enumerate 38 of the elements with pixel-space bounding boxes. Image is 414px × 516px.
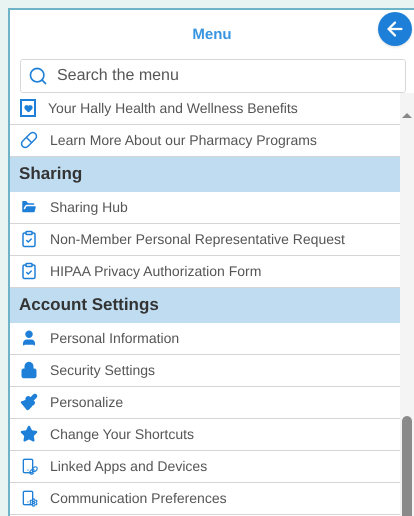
menu-item-label: Non-Member Personal Representative Request [50,230,345,249]
menu-item-label: Your Hally Health and Wellness Benefits [48,98,298,118]
menu-item-label: HIPAA Privacy Authorization Form [50,262,262,281]
menu-item[interactable]: Non-Member Personal Representative Request [10,224,400,256]
back-button[interactable] [378,12,412,46]
search-field[interactable]: Search the menu [20,58,406,92]
search-icon [28,66,48,86]
paintbrush-icon [20,393,38,411]
menu-item-label: Learn More About our Pharmacy Programs [50,130,317,150]
section-header: Account Settings [10,288,400,322]
menu-item[interactable]: Your Hally Health and Wellness Benefits [10,92,400,124]
menu-item[interactable]: Communication Preferences [10,482,400,514]
menu-item[interactable]: Personal Information [10,322,400,354]
menu-item[interactable]: Change Your Shortcuts [10,418,400,450]
star-icon [20,425,38,443]
scrollbar-thumb[interactable] [402,416,412,516]
menu-item-label: Change Your Shortcuts [50,424,194,444]
menu-title: Menu [192,25,232,45]
pills-icon [20,131,38,149]
section-header: Sharing [10,156,400,192]
heart-card-icon [20,99,36,117]
menu-item-label: Sharing Hub [50,198,128,217]
menu-item-label: Linked Apps and Devices [50,456,208,476]
menu-item[interactable]: Linked Apps and Devices [10,450,400,482]
lock-icon [20,361,38,379]
menu-item-label: Communication Preferences [50,488,227,508]
menu-item-label: Security Settings [50,360,156,380]
menu-item[interactable]: Sharing Hub [10,192,400,224]
clipboard-check-icon [20,230,38,248]
user-icon [20,329,38,347]
menu-item[interactable]: Security Settings [10,354,400,386]
menu-item-label: Personal Information [50,328,180,348]
scroll-up-icon [402,112,412,118]
phone-gear-icon [20,489,38,507]
menu-item-label: Personalize [50,392,124,412]
clipboard-check-icon [20,262,38,280]
phone-link-icon [20,457,38,475]
menu-item[interactable]: Personalize [10,386,400,418]
